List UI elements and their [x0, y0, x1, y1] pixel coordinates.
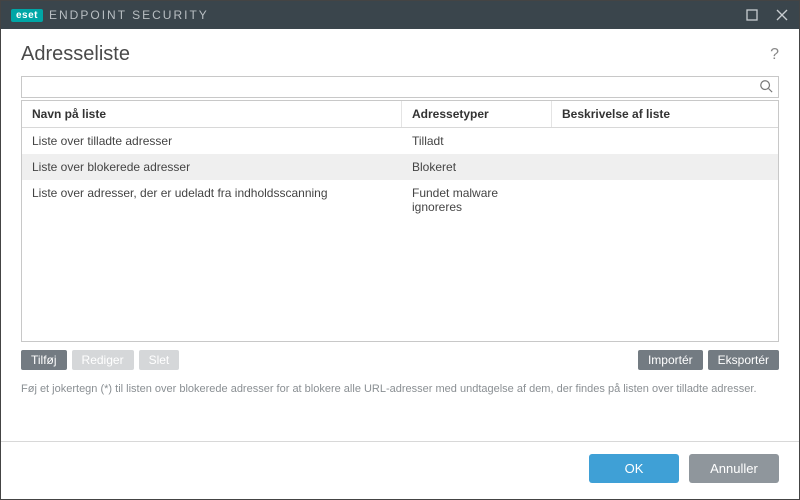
- table-row[interactable]: Liste over blokerede adresserBlokeret: [22, 154, 778, 180]
- cancel-button[interactable]: Annuller: [689, 454, 779, 483]
- column-header-type[interactable]: Adressetyper: [402, 101, 552, 127]
- spacer: [184, 350, 633, 370]
- hint-text: Føj et jokertegn (*) til listen over blo…: [21, 376, 779, 411]
- table-header: Navn på liste Adressetyper Beskrivelse a…: [22, 101, 778, 128]
- brand-badge: eset: [11, 9, 43, 22]
- search-row: [21, 76, 779, 98]
- delete-button[interactable]: Slet: [139, 350, 180, 370]
- close-icon[interactable]: [775, 8, 789, 22]
- brand-title: ENDPOINT SECURITY: [49, 8, 209, 22]
- search-input[interactable]: [21, 76, 779, 98]
- content: Adresseliste ? Navn på liste Adressetype…: [1, 29, 799, 441]
- column-header-name[interactable]: Navn på liste: [22, 101, 402, 127]
- action-bar: Tilføj Rediger Slet Importér Eksportér: [21, 342, 779, 376]
- add-button[interactable]: Tilføj: [21, 350, 67, 370]
- table-row[interactable]: Liste over adresser, der er udeladt fra …: [22, 180, 778, 220]
- address-table: Navn på liste Adressetyper Beskrivelse a…: [21, 100, 779, 342]
- window: eset ENDPOINT SECURITY Adresseliste ? Na…: [0, 0, 800, 500]
- cell-desc: [552, 180, 778, 220]
- cell-desc: [552, 128, 778, 154]
- edit-button[interactable]: Rediger: [72, 350, 134, 370]
- cell-name: Liste over blokerede adresser: [22, 154, 402, 180]
- search-icon[interactable]: [759, 79, 775, 95]
- titlebar: eset ENDPOINT SECURITY: [1, 1, 799, 29]
- column-header-desc[interactable]: Beskrivelse af liste: [552, 101, 778, 127]
- cell-type: Fundet malware ignoreres: [402, 180, 552, 220]
- brand: eset ENDPOINT SECURITY: [11, 8, 209, 22]
- page-header: Adresseliste ?: [21, 39, 779, 76]
- maximize-icon[interactable]: [745, 8, 759, 22]
- table-row[interactable]: Liste over tilladte adresserTilladt: [22, 128, 778, 154]
- export-button[interactable]: Eksportér: [708, 350, 779, 370]
- footer: OK Annuller: [1, 441, 799, 499]
- cell-type: Blokeret: [402, 154, 552, 180]
- cell-name: Liste over adresser, der er udeladt fra …: [22, 180, 402, 220]
- table-body: Liste over tilladte adresserTilladtListe…: [22, 128, 778, 341]
- cell-type: Tilladt: [402, 128, 552, 154]
- cell-desc: [552, 154, 778, 180]
- cell-name: Liste over tilladte adresser: [22, 128, 402, 154]
- window-controls: [745, 8, 789, 22]
- help-icon[interactable]: ?: [770, 46, 779, 64]
- page-title: Adresseliste: [21, 43, 130, 66]
- import-button[interactable]: Importér: [638, 350, 703, 370]
- ok-button[interactable]: OK: [589, 454, 679, 483]
